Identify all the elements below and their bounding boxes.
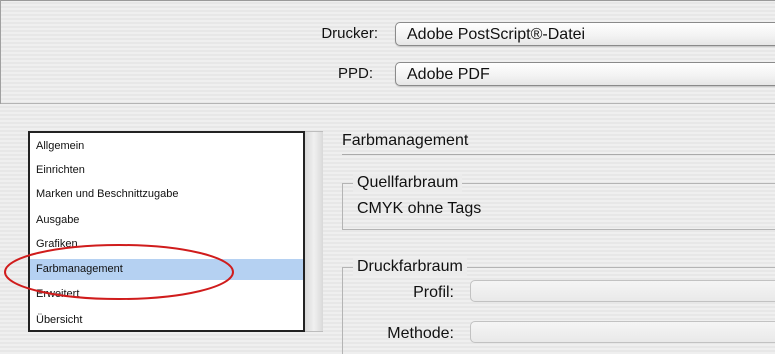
printer-label: Drucker: <box>321 25 378 42</box>
category-list[interactable]: Allgemein Einrichten Marken und Beschnit… <box>28 131 305 332</box>
panel-title-divider <box>342 154 775 155</box>
source-space-value: CMYK ohne Tags <box>357 200 482 217</box>
ppd-label: PPD: <box>337 65 373 82</box>
ppd-popup[interactable]: Adobe PDF <box>395 62 775 86</box>
method-label: Methode: <box>387 325 454 342</box>
panel-title: Farbmanagement <box>342 132 469 149</box>
list-item-ausgabe[interactable]: Ausgabe <box>30 210 303 231</box>
print-group-border-left <box>342 267 343 354</box>
method-field[interactable] <box>470 321 775 343</box>
list-item-allgemein[interactable]: Allgemein <box>30 136 303 157</box>
category-list-scrollbar[interactable] <box>305 131 323 332</box>
header-separator <box>0 103 775 104</box>
highlight-ellipse <box>4 244 234 300</box>
top-edge-line <box>0 0 775 1</box>
print-group-title: Druckfarbraum <box>353 258 467 276</box>
profile-label: Profil: <box>413 284 454 301</box>
profile-field[interactable] <box>470 280 775 302</box>
printer-popup[interactable]: Adobe PostScript®-Datei <box>395 22 775 46</box>
source-group-border-left <box>342 183 343 229</box>
left-edge-line <box>0 0 1 104</box>
list-item-marken[interactable]: Marken und Beschnittzugabe <box>30 184 303 205</box>
source-group-border-bottom <box>342 229 775 230</box>
source-group-title: Quellfarbraum <box>353 174 463 192</box>
highlight-ellipse-annotation <box>4 244 234 300</box>
list-item-uebersicht[interactable]: Übersicht <box>30 310 303 331</box>
list-item-einrichten[interactable]: Einrichten <box>30 160 303 181</box>
